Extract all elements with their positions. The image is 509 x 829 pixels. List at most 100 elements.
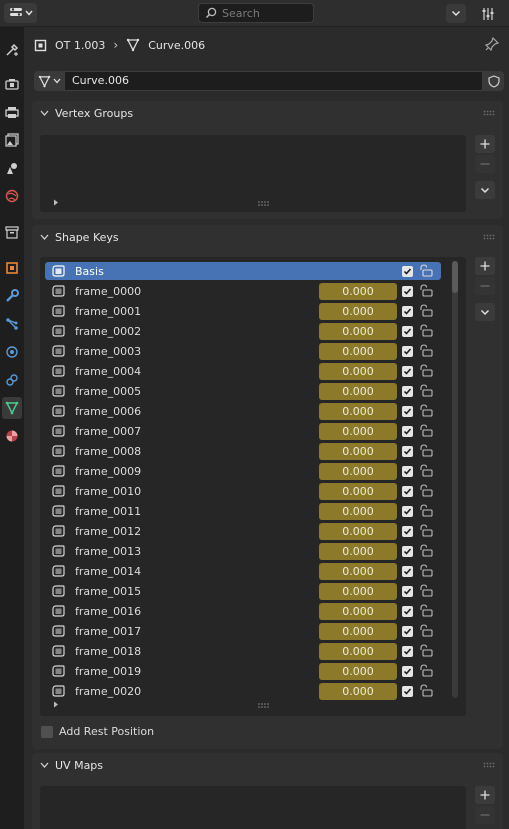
- checkbox-checked-icon[interactable]: [402, 566, 413, 577]
- lock-icon[interactable]: [419, 564, 433, 577]
- lock-icon[interactable]: [419, 444, 433, 457]
- remove-vertex-group-button[interactable]: [475, 155, 495, 173]
- checkbox-checked-icon[interactable]: [402, 626, 413, 637]
- datablock-browse-button[interactable]: [34, 71, 64, 91]
- checkbox-checked-icon[interactable]: [402, 306, 413, 317]
- add-shape-key-button[interactable]: [475, 257, 495, 275]
- triangle-right-icon[interactable]: [53, 701, 59, 708]
- remove-shape-key-button[interactable]: [475, 277, 495, 295]
- shape-key-row[interactable]: frame_0000 0.000: [45, 282, 441, 300]
- checkbox-checked-icon[interactable]: [402, 546, 413, 557]
- tab-tool[interactable]: [2, 39, 22, 61]
- fake-user-button[interactable]: [483, 71, 504, 91]
- shape-key-row[interactable]: frame_0008 0.000: [45, 442, 441, 460]
- shape-key-specials-button[interactable]: [475, 303, 495, 321]
- lock-icon[interactable]: [419, 664, 433, 677]
- shape-key-value-field[interactable]: 0.000: [319, 503, 397, 520]
- lock-icon[interactable]: [419, 484, 433, 497]
- checkbox-checked-icon[interactable]: [402, 466, 413, 477]
- shape-key-value-field[interactable]: 0.000: [319, 563, 397, 580]
- checkbox-checked-icon[interactable]: [402, 346, 413, 357]
- checkbox-checked-icon[interactable]: [402, 686, 413, 697]
- drag-grip-icon[interactable]: [483, 110, 495, 116]
- checkbox-checked-icon[interactable]: [402, 526, 413, 537]
- checkbox-checked-icon[interactable]: [402, 646, 413, 657]
- tab-material[interactable]: [2, 425, 22, 447]
- shape-key-value-field[interactable]: 0.000: [319, 623, 397, 640]
- lock-icon[interactable]: [419, 524, 433, 537]
- shape-key-row[interactable]: frame_0014 0.000: [45, 562, 441, 580]
- triangle-right-icon[interactable]: [53, 199, 59, 206]
- checkbox-checked-icon[interactable]: [402, 606, 413, 617]
- checkbox-checked-icon[interactable]: [402, 386, 413, 397]
- resize-grip-icon[interactable]: [258, 201, 269, 206]
- shape-key-value-field[interactable]: 0.000: [319, 303, 397, 320]
- lock-icon[interactable]: [419, 584, 433, 597]
- vertex-group-specials-button[interactable]: [475, 181, 495, 199]
- checkbox-checked-icon[interactable]: [402, 366, 413, 377]
- uv-maps-header[interactable]: UV Maps: [32, 753, 503, 777]
- lock-icon[interactable]: [419, 404, 433, 417]
- editor-type-button[interactable]: [4, 3, 37, 23]
- shape-key-row[interactable]: frame_0016 0.000: [45, 602, 441, 620]
- checkbox-checked-icon[interactable]: [402, 586, 413, 597]
- lock-icon[interactable]: [419, 604, 433, 617]
- tab-render[interactable]: [2, 73, 22, 95]
- drag-grip-icon[interactable]: [483, 234, 495, 240]
- list-scrollbar[interactable]: [452, 261, 458, 698]
- checkbox-checked-icon[interactable]: [402, 506, 413, 517]
- shape-key-value-field[interactable]: 0.000: [319, 343, 397, 360]
- add-rest-position-toggle[interactable]: Add Rest Position: [41, 725, 154, 738]
- shape-key-value-field[interactable]: 0.000: [319, 683, 397, 700]
- checkbox-checked-icon[interactable]: [402, 286, 413, 297]
- datablock-name-field[interactable]: Curve.006: [64, 71, 483, 91]
- resize-grip-icon[interactable]: [258, 703, 269, 708]
- filter-button[interactable]: [478, 4, 498, 23]
- shape-key-row[interactable]: frame_0017 0.000: [45, 622, 441, 640]
- remove-uv-map-button[interactable]: [475, 806, 495, 824]
- shape-key-row[interactable]: frame_0001 0.000: [45, 302, 441, 320]
- lock-icon[interactable]: [419, 424, 433, 437]
- shape-key-value-field[interactable]: 0.000: [319, 443, 397, 460]
- checkbox-checked-icon[interactable]: [402, 406, 413, 417]
- shape-key-row[interactable]: frame_0006 0.000: [45, 402, 441, 420]
- shape-key-row[interactable]: frame_0012 0.000: [45, 522, 441, 540]
- add-uv-map-button[interactable]: [475, 786, 495, 804]
- lock-icon[interactable]: [419, 344, 433, 357]
- tab-world[interactable]: [2, 185, 22, 207]
- checkbox-checked-icon[interactable]: [402, 426, 413, 437]
- checkbox-checked-icon[interactable]: [402, 666, 413, 677]
- tab-object[interactable]: [2, 257, 22, 279]
- shape-key-value-field[interactable]: 0.000: [319, 543, 397, 560]
- shape-key-row[interactable]: frame_0011 0.000: [45, 502, 441, 520]
- add-vertex-group-button[interactable]: [475, 135, 495, 153]
- lock-icon[interactable]: [419, 684, 433, 697]
- list-scrollbar-thumb[interactable]: [452, 261, 458, 293]
- shape-key-value-field[interactable]: 0.000: [319, 663, 397, 680]
- lock-icon[interactable]: [419, 324, 433, 337]
- shape-key-row[interactable]: frame_0005 0.000: [45, 382, 441, 400]
- shape-key-row[interactable]: frame_0015 0.000: [45, 582, 441, 600]
- lock-icon[interactable]: [419, 264, 433, 277]
- tab-view-layer[interactable]: [2, 129, 22, 151]
- shape-key-value-field[interactable]: 0.000: [319, 483, 397, 500]
- vertex-groups-list[interactable]: [40, 135, 466, 212]
- shape-key-value-field[interactable]: 0.000: [319, 603, 397, 620]
- tab-constraints[interactable]: [2, 369, 22, 391]
- tab-modifiers[interactable]: [2, 285, 22, 307]
- checkbox-checked-icon[interactable]: [402, 266, 413, 277]
- tab-collection[interactable]: [2, 221, 22, 243]
- lock-icon[interactable]: [419, 364, 433, 377]
- tab-physics[interactable]: [2, 341, 22, 363]
- shape-key-row[interactable]: frame_0010 0.000: [45, 482, 441, 500]
- vertex-groups-header[interactable]: Vertex Groups: [32, 101, 503, 125]
- shape-key-row[interactable]: frame_0002 0.000: [45, 322, 441, 340]
- lock-icon[interactable]: [419, 464, 433, 477]
- drag-grip-icon[interactable]: [483, 762, 495, 768]
- shape-key-value-field[interactable]: 0.000: [319, 383, 397, 400]
- uv-maps-list[interactable]: [40, 786, 466, 829]
- lock-icon[interactable]: [419, 544, 433, 557]
- shape-key-row[interactable]: frame_0007 0.000: [45, 422, 441, 440]
- shape-key-row[interactable]: frame_0003 0.000: [45, 342, 441, 360]
- lock-icon[interactable]: [419, 624, 433, 637]
